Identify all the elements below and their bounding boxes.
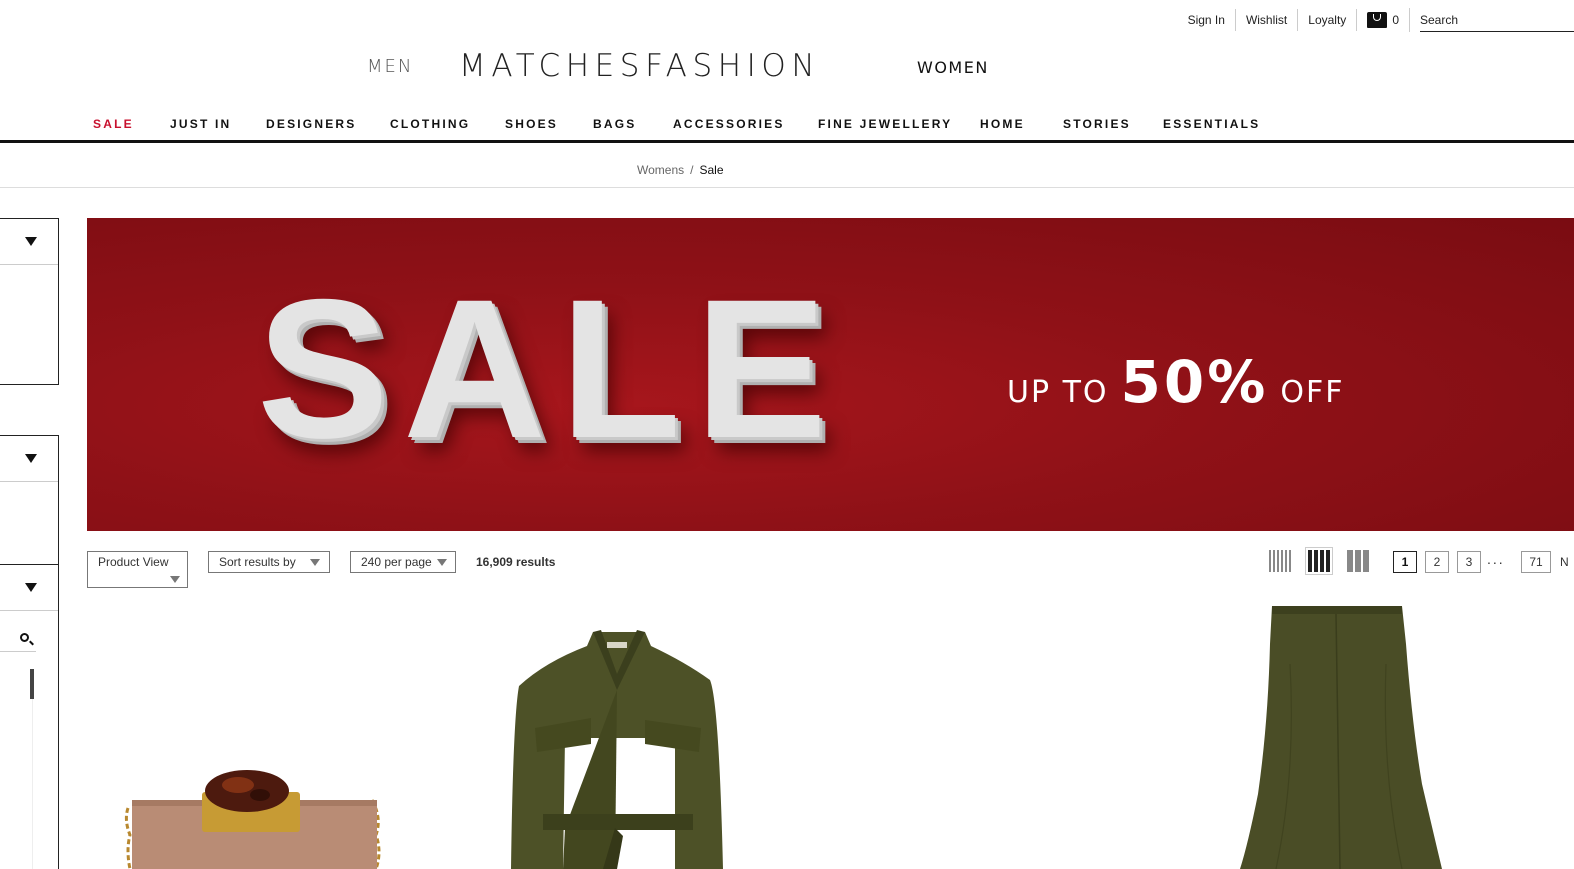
pagination-ellipsis: ... bbox=[1487, 551, 1505, 567]
men-link[interactable]: MEN bbox=[367, 56, 413, 77]
nav-essentials[interactable]: ESSENTIALS bbox=[1163, 117, 1260, 131]
page-3[interactable]: 3 bbox=[1457, 551, 1481, 573]
product-image-skirt bbox=[1240, 606, 1442, 869]
breadcrumb-womens[interactable]: Womens bbox=[637, 163, 684, 177]
filter-panel-2 bbox=[0, 435, 59, 565]
nav-fine-jewellery[interactable]: FINE JEWELLERY bbox=[818, 117, 952, 131]
product-card-3[interactable] bbox=[1236, 604, 1446, 869]
product-card-1[interactable] bbox=[110, 760, 400, 869]
nav-stories[interactable]: STORIES bbox=[1063, 117, 1131, 131]
sidebar-border bbox=[58, 610, 59, 869]
page-2[interactable]: 2 bbox=[1425, 551, 1449, 573]
nav-clothing[interactable]: CLOTHING bbox=[390, 117, 470, 131]
grid-4-icon bbox=[1269, 550, 1271, 572]
chevron-down-icon bbox=[437, 559, 447, 566]
sale-banner[interactable]: SALE UP TO 50% OFF bbox=[87, 218, 1574, 531]
product-image-bag bbox=[124, 770, 381, 869]
nav-designers[interactable]: DESIGNERS bbox=[266, 117, 356, 131]
grid-4-button[interactable] bbox=[1266, 547, 1294, 575]
sort-select[interactable]: Sort results by bbox=[208, 551, 330, 573]
product-view-select[interactable]: Product View bbox=[87, 551, 188, 588]
banner-amount: 50% bbox=[1120, 348, 1269, 416]
filter-scroll-track bbox=[32, 699, 33, 869]
main-nav: SALE JUST IN DESIGNERS CLOTHING SHOES BA… bbox=[0, 117, 1574, 143]
filter-search[interactable] bbox=[0, 628, 36, 652]
filter-panel-1 bbox=[0, 218, 59, 385]
nav-just-in[interactable]: JUST IN bbox=[170, 117, 231, 131]
site-logo[interactable]: MATCHESFASHION bbox=[459, 48, 820, 84]
banner-prefix: UP TO bbox=[1007, 375, 1109, 410]
nav-bags[interactable]: BAGS bbox=[593, 117, 636, 131]
banner-promo: UP TO 50% OFF bbox=[1007, 348, 1344, 416]
product-view-label: Product View bbox=[98, 555, 169, 569]
chevron-down-icon bbox=[310, 559, 320, 566]
filter-toggle-1[interactable] bbox=[0, 219, 58, 265]
banner-suffix: OFF bbox=[1280, 375, 1345, 410]
utility-bar: Sign In Wishlist Loyalty 0 bbox=[1178, 8, 1574, 32]
chevron-down-icon bbox=[25, 583, 37, 592]
breadcrumb: Womens / Sale bbox=[637, 163, 724, 177]
product-card-2[interactable] bbox=[505, 628, 730, 869]
nav-sale[interactable]: SALE bbox=[93, 117, 134, 131]
sort-label: Sort results by bbox=[219, 555, 296, 569]
bag-button[interactable]: 0 bbox=[1356, 9, 1409, 31]
nav-accessories[interactable]: ACCESSORIES bbox=[673, 117, 785, 131]
sign-in-link[interactable]: Sign In bbox=[1178, 9, 1235, 31]
per-page-select[interactable]: 240 per page bbox=[350, 551, 456, 573]
next-page[interactable]: N bbox=[1560, 555, 1569, 569]
chevron-down-icon bbox=[170, 576, 180, 583]
nav-shoes[interactable]: SHOES bbox=[505, 117, 558, 131]
search-icon bbox=[20, 633, 29, 642]
page-1[interactable]: 1 bbox=[1393, 551, 1417, 573]
women-link[interactable]: WOMEN bbox=[917, 58, 989, 77]
grid-2-button[interactable] bbox=[1344, 547, 1372, 575]
results-count: 16,909 results bbox=[476, 555, 556, 569]
search-container bbox=[1409, 8, 1574, 32]
chevron-down-icon bbox=[25, 454, 37, 463]
search-input[interactable] bbox=[1420, 8, 1574, 32]
breadcrumb-current: Sale bbox=[699, 163, 724, 177]
bag-icon bbox=[1367, 12, 1388, 28]
per-page-label: 240 per page bbox=[361, 555, 432, 569]
wishlist-link[interactable]: Wishlist bbox=[1234, 9, 1297, 31]
loyalty-link[interactable]: Loyalty bbox=[1297, 9, 1356, 31]
filter-toggle-3[interactable] bbox=[0, 565, 58, 611]
grid-3-icon bbox=[1308, 550, 1312, 572]
breadcrumb-separator: / bbox=[690, 163, 694, 177]
chevron-down-icon bbox=[25, 237, 37, 246]
filter-panel-3 bbox=[0, 564, 59, 611]
nav-home[interactable]: HOME bbox=[980, 117, 1025, 131]
product-image-coat bbox=[511, 630, 723, 869]
grid-2-icon bbox=[1347, 550, 1353, 572]
bag-count: 0 bbox=[1392, 13, 1399, 27]
grid-3-button[interactable] bbox=[1305, 547, 1333, 575]
page-last[interactable]: 71 bbox=[1521, 551, 1551, 573]
breadcrumb-divider bbox=[0, 187, 1574, 188]
filter-scrollbar[interactable] bbox=[30, 669, 34, 699]
banner-headline: SALE bbox=[257, 258, 842, 479]
filter-toggle-2[interactable] bbox=[0, 436, 58, 482]
